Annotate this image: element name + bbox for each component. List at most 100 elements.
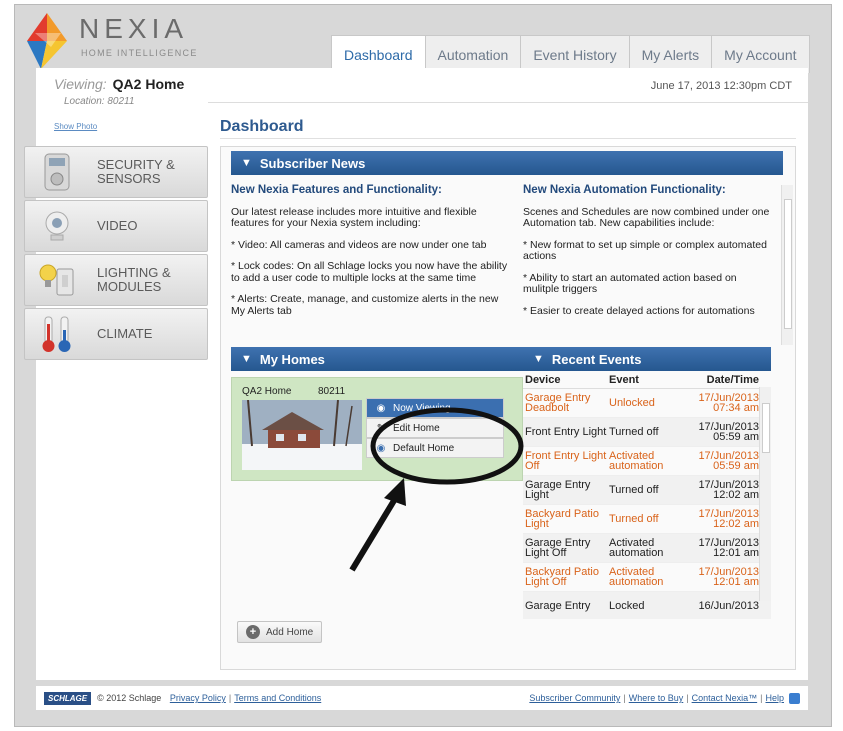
- news-right-heading: New Nexia Automation Functionality:: [523, 184, 726, 196]
- section-title: Recent Events: [551, 351, 642, 367]
- subscriber-community-link[interactable]: Subscriber Community: [529, 693, 620, 703]
- sidebar-item-climate[interactable]: CLIMATE: [24, 308, 208, 360]
- event-device: Front Entry Light Off: [525, 450, 607, 472]
- news-right-column: New Nexia Automation Functionality: Scen…: [523, 184, 773, 327]
- news-paragraph: * Easier to create delayed actions for a…: [523, 304, 755, 317]
- location-value: 80211: [107, 96, 135, 107]
- home-zip: 80211: [318, 386, 346, 397]
- eye-icon: ◉: [376, 402, 386, 414]
- event-type: Unlocked: [609, 397, 655, 409]
- sidebar-item-label: VIDEO: [97, 218, 138, 233]
- news-scrollbar[interactable]: [781, 185, 793, 345]
- camera-icon: [35, 204, 79, 248]
- news-paragraph: * Alerts: Create, manage, and customize …: [231, 293, 499, 317]
- section-title: My Homes: [259, 351, 325, 367]
- table-row: Garage Entry Light Turned off 17/Jun/201…: [523, 476, 771, 505]
- event-datetime: 17/Jun/2013 12:01 am: [697, 538, 759, 559]
- table-row: Garage Entry Light Off Activated automat…: [523, 534, 771, 563]
- footer: SCHLAGE © 2012 Schlage Privacy Policy | …: [36, 686, 808, 710]
- brand-name: NEXIA: [79, 13, 189, 44]
- event-device: Front Entry Light: [525, 426, 607, 438]
- home-photo: [242, 400, 362, 470]
- where-to-buy-link[interactable]: Where to Buy: [629, 693, 684, 703]
- viewing-label: Viewing: QA2 Home: [54, 76, 184, 92]
- privacy-policy-link[interactable]: Privacy Policy: [170, 693, 226, 703]
- event-datetime: 17/Jun/2013 12:02 am: [697, 480, 759, 501]
- event-device: Backyard Patio Light: [525, 508, 599, 530]
- event-datetime: 17/Jun/2013 07:34 am: [697, 393, 759, 414]
- event-time: 07:34 am: [713, 402, 759, 414]
- news-paragraph: * Ability to start an automated action b…: [523, 271, 737, 295]
- title-divider: [220, 138, 796, 139]
- footer-separator: |: [623, 693, 626, 703]
- event-datetime: 17/Jun/2013 12:02 am: [697, 509, 759, 530]
- sidebar-item-label: LIGHTING &: [97, 265, 171, 280]
- footer-separator: |: [686, 693, 689, 703]
- current-datetime: June 17, 2013 12:30pm CDT: [650, 80, 792, 92]
- footer-separator: |: [760, 693, 763, 703]
- event-type: Activated automation: [609, 537, 664, 559]
- add-home-button[interactable]: + Add Home: [237, 621, 323, 643]
- news-left-heading: New Nexia Features and Functionality:: [231, 184, 442, 196]
- sidebar-item-video[interactable]: VIDEO: [24, 200, 208, 252]
- location-label: Location: 80211: [64, 96, 134, 107]
- event-device: Garage Entry Light Off: [525, 537, 591, 559]
- event-datetime: 17/Jun/2013 05:59 am: [697, 422, 759, 443]
- pencil-icon: ✎: [376, 422, 386, 434]
- menu-label: Default Home: [393, 442, 455, 454]
- footer-separator: |: [228, 693, 232, 703]
- scrollbar-thumb[interactable]: [784, 199, 792, 329]
- help-link[interactable]: Help: [765, 693, 784, 703]
- location-prefix: Location:: [64, 96, 105, 107]
- event-time: 05:59 am: [713, 431, 759, 443]
- section-title: Subscriber News: [259, 155, 366, 171]
- column-header-event: Event: [609, 373, 639, 386]
- news-paragraph: Our latest release includes more intuiti…: [231, 205, 477, 229]
- event-datetime: 17/Jun/2013 12:01 am: [697, 567, 759, 588]
- news-left-column: New Nexia Features and Functionality: Ou…: [231, 184, 523, 327]
- light-bulb-icon: [35, 258, 79, 302]
- chevron-down-icon: ▼: [533, 353, 544, 365]
- edit-home-option[interactable]: ✎ Edit Home: [366, 418, 504, 438]
- sidebar-item-lighting-modules[interactable]: LIGHTING & MODULES: [24, 254, 208, 306]
- add-home-label: Add Home: [266, 626, 314, 638]
- header-divider: [208, 102, 808, 103]
- events-scrollbar[interactable]: [759, 387, 771, 601]
- chevron-down-icon: ▼: [241, 157, 252, 169]
- event-date: 16/Jun/2013: [698, 600, 759, 612]
- home-action-menu: ◉ Now Viewing ✎ Edit Home ◉ Default Home: [366, 398, 504, 458]
- sidebar-item-security-sensors[interactable]: SECURITY & SENSORS: [24, 146, 208, 198]
- event-type: Turned off: [609, 426, 659, 438]
- contact-link[interactable]: Contact Nexia™: [692, 693, 758, 703]
- event-time: 12:01 am: [713, 547, 759, 559]
- my-homes-header[interactable]: ▼ My Homes: [231, 347, 523, 371]
- column-header-device: Device: [525, 373, 561, 386]
- column-header-datetime: Date/Time: [706, 373, 759, 386]
- footer-separator: [164, 693, 167, 703]
- home-name: QA2 Home: [242, 386, 292, 397]
- brand-tagline: HOME INTELLIGENCE: [81, 48, 198, 58]
- subscriber-news-header[interactable]: ▼ Subscriber News: [231, 151, 783, 175]
- event-time: 12:01 am: [713, 576, 759, 588]
- table-row: Front Entry Light Turned off 17/Jun/2013…: [523, 418, 771, 447]
- main-content: Viewing: QA2 Home Location: 80211 Show Ph…: [24, 68, 808, 680]
- event-time: 05:59 am: [713, 460, 759, 472]
- table-row: Backyard Patio Light Turned off 17/Jun/2…: [523, 505, 771, 534]
- default-home-option[interactable]: ◉ Default Home: [366, 438, 504, 458]
- my-homes-section: ▼ My Homes QA2 Home 80211 ◉ Now Viewing …: [231, 347, 523, 481]
- nexia-logo-mark-icon: [27, 13, 67, 69]
- copyright-text: © 2012 Schlage: [97, 693, 162, 703]
- event-type: Turned off: [609, 513, 659, 525]
- nexia-logo[interactable]: NEXIA HOME INTELLIGENCE: [17, 7, 207, 77]
- help-icon[interactable]: [789, 692, 800, 704]
- security-sensor-icon: [35, 150, 79, 194]
- show-photo-link[interactable]: Show Photo: [54, 122, 97, 131]
- home-card[interactable]: QA2 Home 80211 ◉ Now Viewing ✎ Edit Home…: [231, 377, 523, 481]
- scrollbar-thumb[interactable]: [762, 403, 770, 453]
- now-viewing-option[interactable]: ◉ Now Viewing: [366, 398, 504, 418]
- terms-link[interactable]: Terms and Conditions: [234, 693, 321, 703]
- plus-icon: +: [246, 625, 260, 639]
- event-type: Turned off: [609, 484, 659, 496]
- table-row: Garage Entry Deadbolt Unlocked 17/Jun/20…: [523, 389, 771, 418]
- recent-events-header[interactable]: ▼ Recent Events: [523, 347, 771, 371]
